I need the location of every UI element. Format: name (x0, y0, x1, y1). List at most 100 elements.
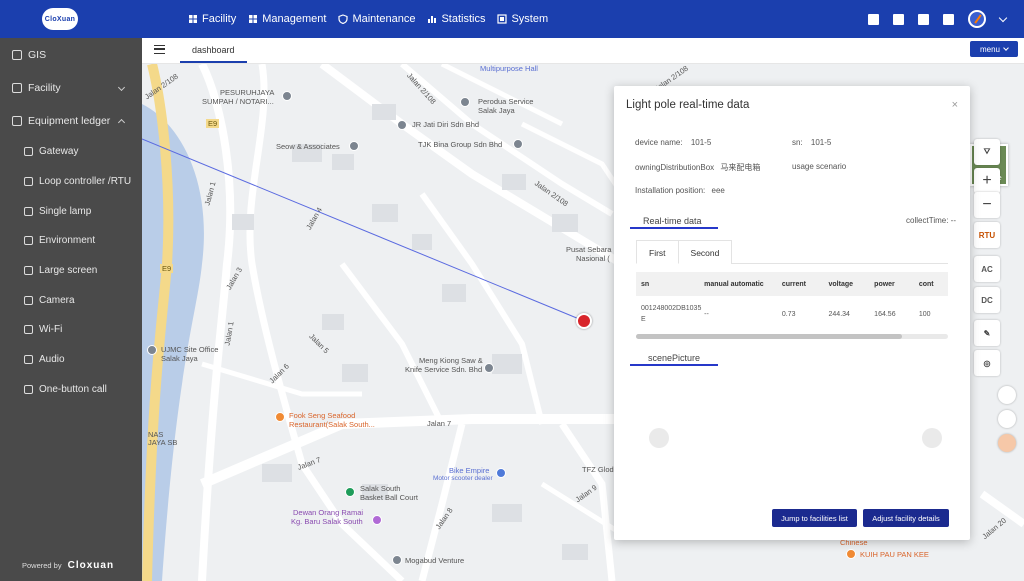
assistant-avatar[interactable] (998, 434, 1016, 452)
park-icon[interactable] (345, 487, 355, 497)
tab-second[interactable]: Second (678, 240, 733, 264)
brand-name: Cloxuan (67, 560, 115, 571)
place-pin-icon[interactable] (460, 97, 470, 107)
fullscreen-icon[interactable] (943, 13, 954, 25)
owning-box-label: owningDistributionBox (635, 163, 715, 172)
map-label: Bike Empire (449, 466, 490, 475)
gateway-icon (24, 147, 33, 157)
statistics-icon (428, 16, 437, 23)
system-icon (497, 14, 508, 24)
cell-cont: 100 (918, 310, 931, 318)
sn-value: 101-5 (810, 138, 832, 147)
sidebar-item-facility[interactable]: Facility (0, 71, 142, 104)
nav-facility-label: Facility (202, 13, 237, 25)
installation-value: eee (711, 186, 725, 195)
translate-icon[interactable] (998, 386, 1016, 404)
realtime-title: Real-time data (643, 216, 702, 226)
zoom-out-button[interactable]: − (974, 192, 1000, 218)
place-pin-icon[interactable] (349, 141, 359, 151)
carousel-next-icon[interactable] (922, 428, 942, 448)
ac-layer-button[interactable]: AC (974, 256, 1000, 282)
scrollbar-thumb[interactable] (636, 334, 902, 339)
sidebar-item-equipment-ledger[interactable]: Equipment ledger (0, 104, 142, 137)
place-pin-icon[interactable] (282, 91, 292, 101)
map-label: Dewan Orang Ramai (293, 508, 364, 517)
lamp-icon (24, 206, 33, 216)
light-pole-marker-icon[interactable] (576, 313, 592, 329)
monitor-icon[interactable] (868, 13, 879, 25)
translate-icon[interactable] (918, 13, 929, 25)
adjust-facility-button[interactable]: Adjust facility details (863, 509, 949, 527)
hamburger-icon[interactable] (154, 45, 165, 54)
sidebar-item-gis[interactable]: GIS (0, 38, 142, 71)
apps-icon[interactable] (998, 410, 1016, 428)
audio-icon (24, 355, 33, 365)
map-label: Seow & Associates (276, 142, 340, 151)
sidebar-item-loop-controller[interactable]: Loop controller /RTU (0, 167, 142, 197)
phone-icon (24, 384, 33, 394)
lock-icon[interactable] (893, 13, 904, 25)
place-pin-icon[interactable] (147, 345, 157, 355)
wifi-icon (24, 325, 33, 335)
tab-dashboard[interactable]: dashboard (180, 38, 247, 63)
dc-layer-button[interactable]: DC (974, 287, 1000, 313)
map-label: Knife Service Sdn. Bhd (405, 365, 483, 374)
col-manual-automatic: manual automatic (704, 280, 764, 288)
tab-strip: dashboard menu (142, 38, 1024, 64)
installation-field: Installation position: eee (635, 186, 725, 195)
sidebar-item-audio[interactable]: Audio (0, 345, 142, 375)
sn-field: sn: 101-5 (792, 138, 831, 147)
nav-facility[interactable]: Facility (188, 13, 236, 25)
place-pin-icon[interactable] (392, 555, 402, 565)
nav-management[interactable]: Management (248, 13, 326, 25)
restaurant-icon[interactable] (846, 549, 856, 559)
sidebar-item-label: Facility (28, 81, 61, 94)
realtime-underline (630, 227, 718, 229)
sidebar-item-environment[interactable]: Environment (0, 226, 142, 256)
sidebar-item-label: Audio (39, 354, 65, 366)
sidebar-item-single-lamp[interactable]: Single lamp (0, 196, 142, 226)
nav-statistics-label: Statistics (441, 13, 486, 25)
sidebar-item-gateway[interactable]: Gateway (0, 137, 142, 167)
table-scrollbar[interactable] (636, 334, 948, 339)
place-pin-icon[interactable] (513, 139, 523, 149)
nav-statistics[interactable]: Statistics (427, 13, 485, 25)
sidebar-item-wifi[interactable]: Wi-Fi (0, 315, 142, 345)
close-icon[interactable]: × (952, 99, 958, 111)
filter-icon[interactable]: ⛛ (974, 139, 1000, 165)
user-avatar[interactable] (968, 10, 986, 28)
cell-voltage: 244.34 (828, 310, 850, 318)
place-pin-icon[interactable] (397, 120, 407, 130)
restaurant-icon[interactable] (275, 412, 285, 422)
tab-first[interactable]: First (636, 240, 679, 264)
sidebar-item-large-screen[interactable]: Large screen (0, 256, 142, 286)
facility-icon (189, 15, 197, 23)
scene-picture-underline (630, 364, 718, 366)
map-label: Salak Jaya (161, 354, 198, 363)
highway-shield: E9 (160, 264, 174, 273)
rtu-layer-button[interactable]: RTU (974, 222, 1000, 248)
map-label: Multipurpose Hall (480, 64, 538, 73)
sidebar-item-one-button-call[interactable]: One-button call (0, 375, 142, 405)
menu-button[interactable]: menu (970, 41, 1018, 57)
edit-icon[interactable]: ✎ (974, 320, 1000, 346)
chevron-down-icon[interactable] (998, 13, 1008, 22)
nav-maintenance[interactable]: Maintenance (338, 13, 415, 25)
subtabs: First Second (636, 240, 948, 264)
place-pin-icon[interactable] (484, 363, 494, 373)
jump-to-facilities-button[interactable]: Jump to facilities list (772, 509, 857, 527)
cell-power: 164.56 (874, 310, 896, 318)
table-header: sn manual automatic current voltage powe… (636, 272, 948, 296)
highway-shield: E9 (206, 119, 220, 128)
nav-system[interactable]: System (497, 13, 548, 25)
hall-icon[interactable] (372, 515, 382, 525)
carousel-prev-icon[interactable] (649, 428, 669, 448)
ledger-icon (12, 115, 22, 126)
shop-icon[interactable] (496, 468, 506, 478)
locate-icon[interactable]: ◎ (974, 350, 1000, 376)
zoom-in-button[interactable]: + (974, 168, 1000, 194)
map-label: JR Jati Diri Sdn Bhd (412, 120, 480, 129)
map-label: Meng Kiong Saw & (419, 356, 483, 365)
collect-time: collectTime: -- (906, 216, 956, 225)
sidebar-item-camera[interactable]: Camera (0, 285, 142, 315)
